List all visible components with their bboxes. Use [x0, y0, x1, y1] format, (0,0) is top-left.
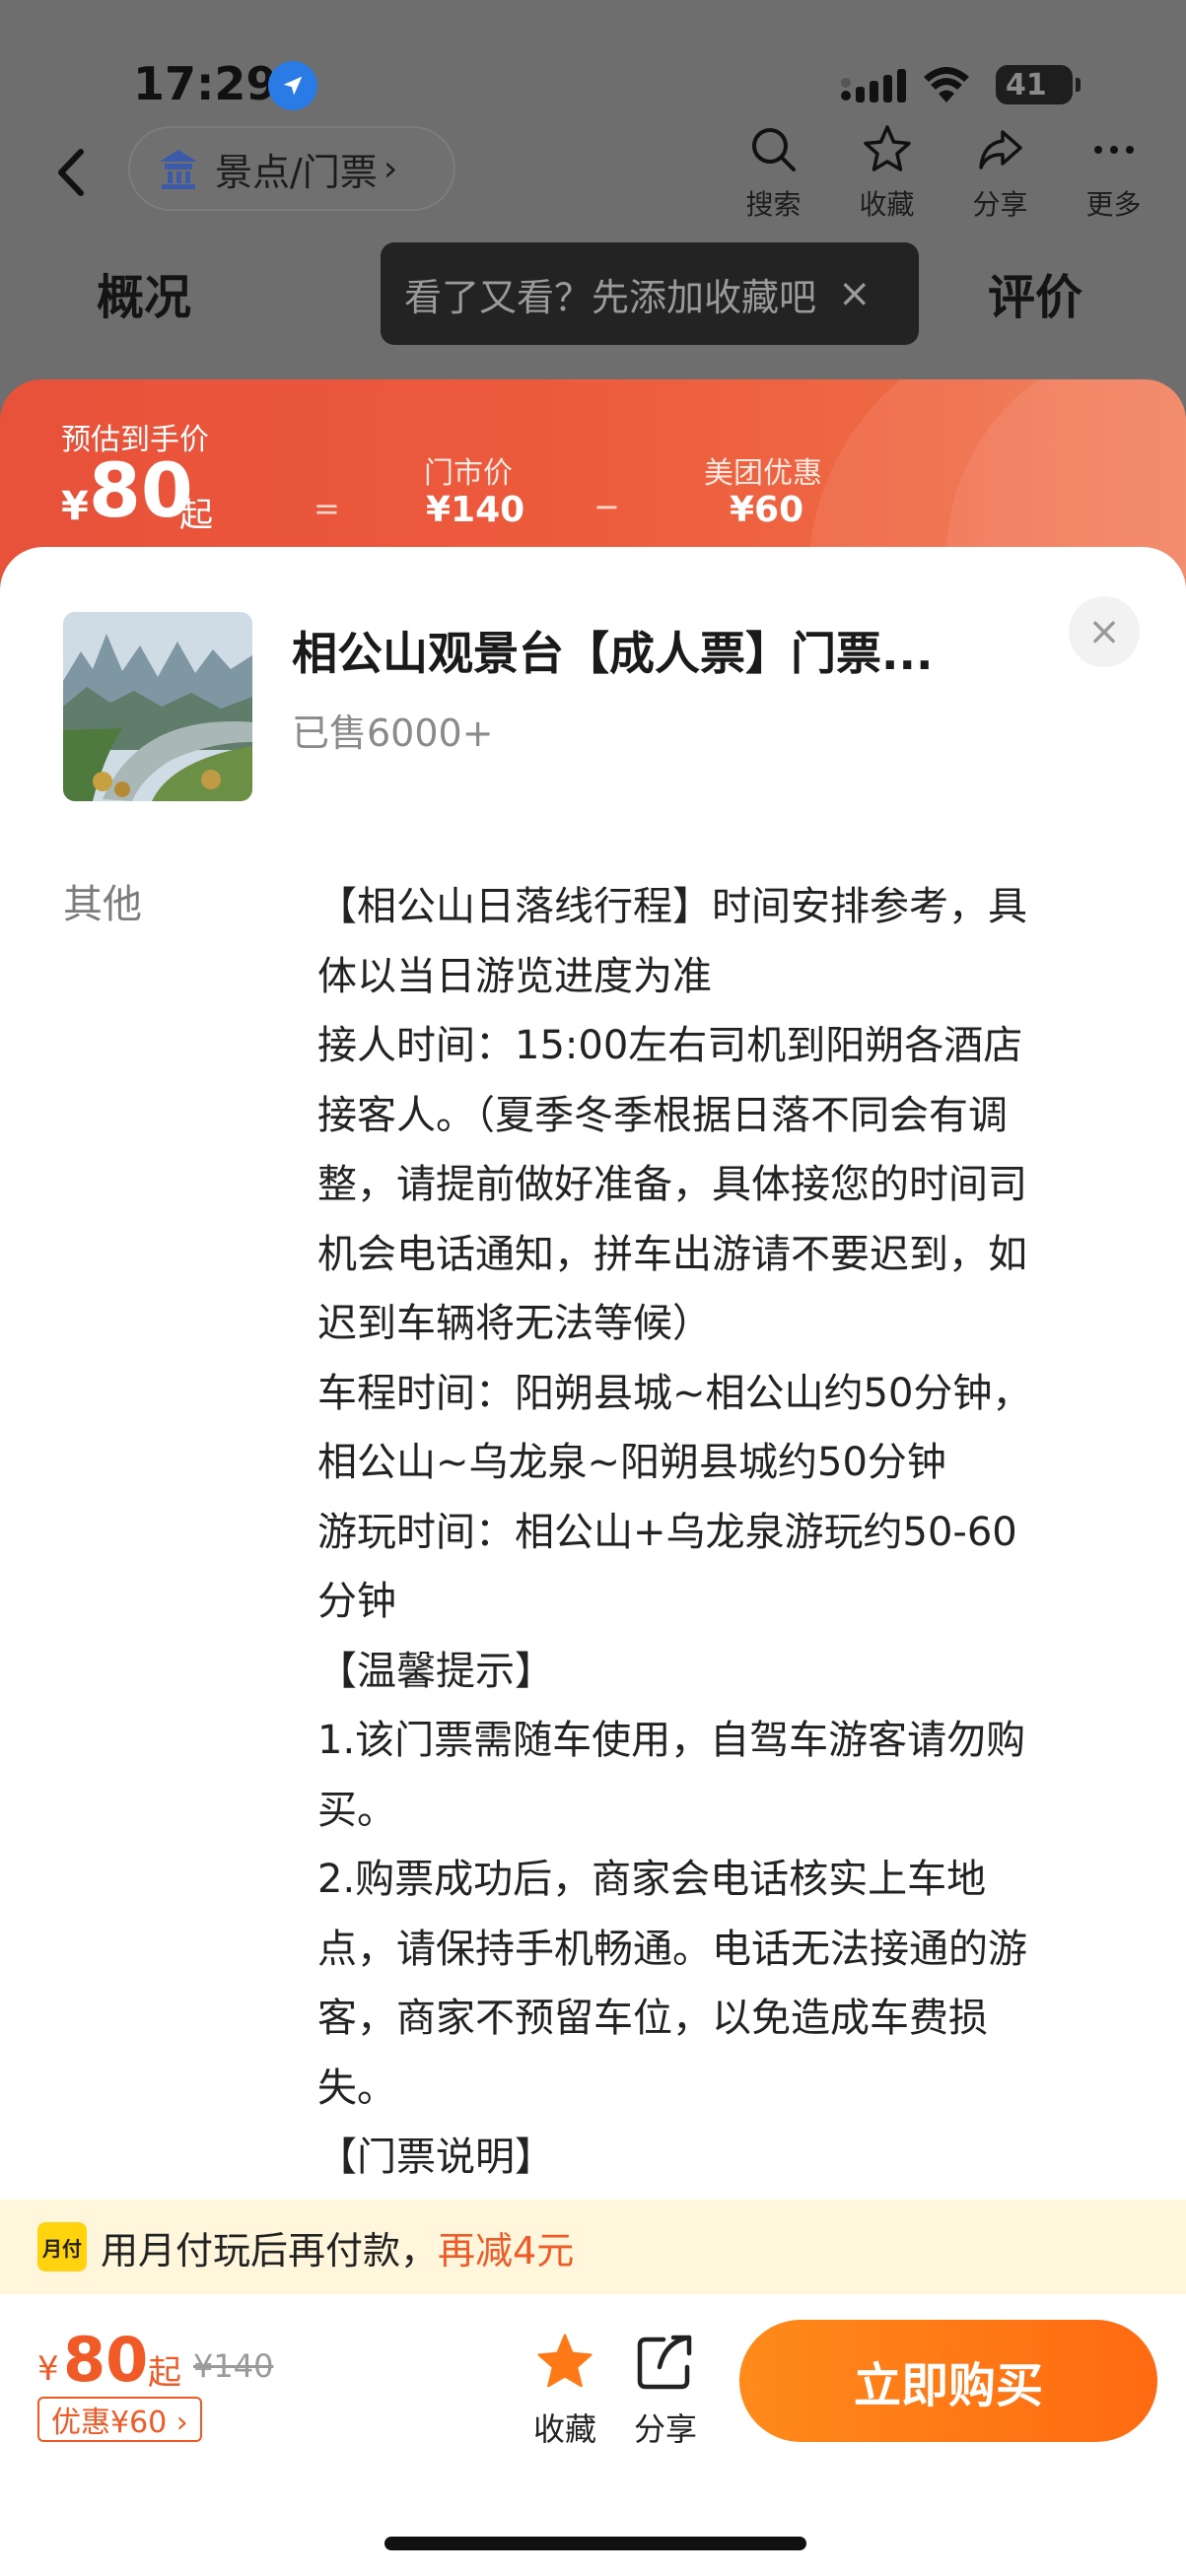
search-label: 搜索: [745, 188, 802, 221]
cellular-signal-icon: [841, 69, 906, 102]
detail-line: 失。: [317, 2065, 396, 2111]
detail-line: 点，请保持手机畅通。电话无法接通的游: [317, 1926, 1027, 1972]
toast-text: 看了又看？先添加收藏吧: [404, 275, 817, 319]
favorite-bottom-label: 收藏: [532, 2410, 596, 2448]
nav-actions: 搜索 收藏 分享 更多: [717, 122, 1170, 223]
monthly-pay-promo[interactable]: 月付 用月付玩后再付款， 再减4元: [0, 2200, 1186, 2294]
share-label: 分享: [972, 188, 1028, 221]
tab-reviews[interactable]: 评价: [988, 258, 1082, 327]
discount-label: 美团优惠: [704, 456, 822, 491]
coupon-button[interactable]: 优惠¥60 ›: [37, 2397, 202, 2442]
detail-line: 接客人。（夏季冬季根据日落不同会有调: [317, 1092, 1008, 1138]
favorite-button[interactable]: 收藏: [830, 122, 943, 223]
discount-value: ¥60: [730, 490, 804, 530]
detail-line: 接人时间：15:00左右司机到阳朔各酒店: [317, 1023, 1023, 1068]
temple-icon: [160, 150, 197, 189]
estimated-price-value: 80: [89, 446, 193, 534]
promo-highlight: 再减4元: [438, 2228, 575, 2272]
market-price-label: 门市价: [424, 456, 513, 491]
bottom-action-bar: ¥ 80 起 ¥140 优惠¥60 › 收藏 分享 立即购买: [0, 2294, 1186, 2576]
monthly-pay-badge: 月付: [37, 2222, 87, 2271]
status-bar: 17:29 41: [0, 0, 1186, 128]
final-price-suffix: 起: [148, 2353, 181, 2393]
detail-line: 分钟: [317, 1579, 396, 1624]
detail-line: 机会电话通知，拼车出游请不要迟到，如: [317, 1231, 1027, 1277]
wifi-icon: [924, 67, 969, 102]
favorite-bottom-button[interactable]: 收藏: [521, 2332, 609, 2450]
star-icon: [863, 125, 911, 171]
equals-sign: =: [314, 490, 340, 527]
share-bottom-button[interactable]: 分享: [621, 2332, 710, 2450]
more-label: 更多: [1085, 188, 1142, 221]
status-time: 17:29: [133, 57, 278, 110]
favorite-toast: 看了又看？先添加收藏吧 ×: [381, 242, 919, 345]
detail-line: 整，请提前做好准备，具体接您的时间司: [317, 1162, 1027, 1207]
close-sheet-button[interactable]: ×: [1069, 596, 1140, 667]
more-icon: [1093, 146, 1134, 154]
share-bottom-label: 分享: [633, 2410, 697, 2448]
detail-line: 2.购票成功后，商家会电话核实上车地: [317, 1857, 987, 1902]
detail-line: 1.该门票需随车使用，自驾车游客请勿购: [317, 1718, 1026, 1763]
detail-line: 买。: [317, 1787, 396, 1833]
breadcrumb-label: 景点/门票: [215, 150, 378, 194]
detail-line: 体以当日游览进度为准: [317, 953, 712, 999]
share-box-icon: [637, 2335, 692, 2390]
tab-overview[interactable]: 概况: [97, 258, 191, 327]
detail-line: 【门票说明】: [317, 2135, 554, 2180]
home-indicator[interactable]: [384, 2537, 806, 2550]
detail-line: 游玩时间：相公山+乌龙泉游玩约50-60: [317, 1509, 1017, 1555]
detail-line: 车程时间：阳朔县城~相公山约50分钟，: [317, 1370, 1032, 1416]
final-price: 80: [63, 2324, 149, 2396]
price-currency: ¥: [37, 2349, 59, 2389]
share-button[interactable]: 分享: [943, 122, 1057, 223]
back-icon[interactable]: [47, 138, 97, 207]
sold-count: 已售6000+: [292, 712, 494, 755]
minus-sign: −: [593, 488, 620, 525]
product-thumbnail: [63, 612, 252, 801]
star-filled-icon: [537, 2334, 593, 2388]
detail-line: 【温馨提示】: [317, 1648, 554, 1694]
chevron-right-icon: ›: [383, 148, 398, 189]
detail-line: 【相公山日落线行程】时间安排参考，具: [317, 884, 1027, 929]
more-button[interactable]: 更多: [1057, 122, 1170, 223]
detail-line: 相公山~乌龙泉~阳朔县城约50分钟: [317, 1440, 946, 1485]
product-title: 相公山观景台【成人票】门票...: [292, 627, 934, 680]
banner-currency: ¥: [61, 484, 89, 529]
detail-line: 迟到车辆将无法等候）: [317, 1301, 712, 1346]
close-icon[interactable]: ×: [838, 271, 872, 316]
top-nav: 景点/门票 › 搜索 收藏 分享 更多: [0, 118, 1186, 227]
favorite-label: 收藏: [859, 188, 915, 221]
original-price: ¥140: [193, 2347, 274, 2385]
search-icon: [751, 128, 796, 171]
buy-now-button[interactable]: 立即购买: [739, 2320, 1157, 2442]
price-suffix: 起: [179, 496, 213, 535]
battery-indicator: 41: [996, 65, 1081, 104]
breadcrumb[interactable]: 景点/门票 ›: [128, 126, 455, 211]
promo-text: 用月付玩后再付款，: [101, 2228, 439, 2272]
detail-section-label: 其他: [63, 882, 142, 927]
location-arrow-icon: [268, 61, 317, 110]
detail-text: 【相公山日落线行程】时间安排参考，具 体以当日游览进度为准接人时间：15:00左右…: [317, 872, 1136, 2193]
market-price-value: ¥140: [426, 490, 525, 530]
share-icon: [978, 130, 1022, 169]
search-button[interactable]: 搜索: [717, 122, 830, 223]
detail-line: 客，商家不预留车位，以免造成车费损: [317, 1996, 988, 2041]
